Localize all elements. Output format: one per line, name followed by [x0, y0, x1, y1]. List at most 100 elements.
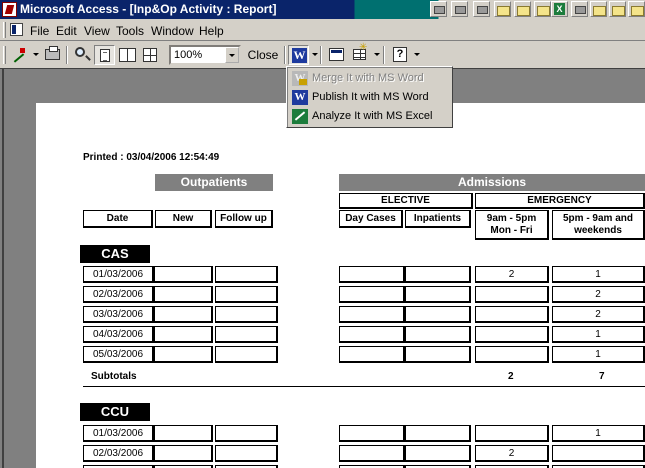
one-page-icon: [100, 49, 110, 62]
toolbar-separator: [66, 46, 68, 64]
report-window-icon[interactable]: [10, 23, 23, 36]
inpatients-column-header: Inpatients: [405, 210, 471, 228]
two-pages-button[interactable]: [117, 45, 138, 65]
calculator-icon[interactable]: [571, 1, 588, 17]
menu-tools[interactable]: Tools: [116, 24, 144, 38]
zoom-button[interactable]: [71, 45, 92, 65]
em-evening-column-header: 5pm - 9am and weekends: [552, 210, 645, 240]
day-cases-cell: [339, 266, 405, 283]
follow-up-cell: [215, 306, 278, 323]
new-cell: [154, 286, 213, 303]
toolbar-separator: [320, 46, 322, 64]
database-window-button[interactable]: [326, 45, 347, 65]
two-pages-icon: [119, 48, 136, 62]
elective-header: ELECTIVE: [339, 193, 473, 209]
toolbar-grip[interactable]: [3, 46, 6, 64]
menu-help[interactable]: Help: [199, 24, 224, 38]
word-icon: W: [292, 90, 308, 105]
day-cases-cell: [339, 346, 405, 363]
inpatients-cell: [405, 326, 471, 343]
folder-icon[interactable]: [628, 1, 645, 17]
excel-icon: [292, 109, 308, 124]
menu-file[interactable]: File: [30, 24, 49, 38]
date-cell: 05/03/2006: [83, 346, 154, 363]
new-object-dropdown-arrow[interactable]: [374, 53, 380, 56]
folder-icon[interactable]: [514, 1, 531, 17]
admissions-band: Admissions: [339, 174, 645, 191]
subtotals-label: Subtotals: [91, 371, 137, 382]
word-icon: W: [292, 48, 307, 63]
title-bar: Microsoft Access - [Inp&Op Activity : Re…: [0, 0, 645, 19]
menu-window[interactable]: Window: [151, 24, 194, 38]
menu-view[interactable]: View: [84, 24, 110, 38]
view-dropdown-arrow[interactable]: [33, 53, 39, 56]
section-label-cas: CAS: [80, 245, 150, 263]
day-cases-cell: [339, 286, 405, 303]
folder-icon[interactable]: [494, 1, 511, 17]
print-preview-area[interactable]: Printed : 03/04/2006 12:54:49 Outpatient…: [0, 68, 645, 468]
inpatients-cell: [405, 266, 471, 283]
office-links-menu: W Merge It with MS Word W Publish It wit…: [286, 66, 453, 128]
em-day-cell: [475, 326, 549, 343]
print-preview-toolbar: 100% Close W ?: [0, 42, 645, 68]
menu-item-label: Merge It with MS Word: [312, 72, 424, 84]
multiple-pages-icon: [143, 48, 157, 62]
follow-up-cell: [215, 326, 278, 343]
date-cell: 03/03/2006: [83, 306, 154, 323]
inpatients-cell: [405, 306, 471, 323]
zoom-value: 100%: [174, 49, 203, 61]
new-cell: [154, 425, 213, 442]
access-app-icon[interactable]: [2, 2, 17, 17]
day-cases-cell: [339, 425, 405, 442]
new-cell: [154, 346, 213, 363]
em-evening-cell: [552, 445, 645, 462]
em-evening-cell: 1: [552, 326, 645, 343]
follow-up-cell: [215, 346, 278, 363]
menu-item-publish-with-word[interactable]: W Publish It with MS Word: [289, 88, 451, 107]
folder-icon[interactable]: [534, 1, 551, 17]
new-cell: [154, 266, 213, 283]
database-window-icon: [329, 48, 344, 61]
day-cases-cell: [339, 445, 405, 462]
subtotal-rule: [83, 386, 645, 387]
menubar-grip[interactable]: [3, 22, 6, 38]
zoom-combobox[interactable]: 100%: [169, 45, 241, 65]
office-links-button[interactable]: W: [288, 45, 309, 65]
help-button[interactable]: ?: [390, 45, 411, 65]
office-links-dropdown-arrow[interactable]: [312, 53, 318, 56]
toolbar-separator: [284, 46, 286, 64]
new-object-button[interactable]: [350, 42, 371, 65]
section-label-ccu: CCU: [80, 403, 150, 421]
window-title: Microsoft Access - [Inp&Op Activity : Re…: [20, 2, 277, 16]
help-dropdown-arrow[interactable]: [414, 53, 420, 56]
folder-icon[interactable]: [590, 1, 607, 17]
em-day-cell: [475, 306, 549, 323]
folder-icon[interactable]: [609, 1, 626, 17]
date-cell: 01/03/2006: [83, 425, 154, 442]
em-day-cell: 2: [475, 266, 549, 283]
date-cell: 01/03/2006: [83, 266, 154, 283]
zoom-dropdown-arrow[interactable]: [225, 47, 239, 63]
one-page-button[interactable]: [94, 45, 115, 65]
excel-icon[interactable]: [551, 1, 568, 17]
taskbar-app-icon[interactable]: [473, 1, 490, 17]
menu-item-analyze-with-excel[interactable]: Analyze It with MS Excel: [289, 107, 451, 126]
taskbar-app-icon[interactable]: [451, 1, 468, 17]
inpatients-cell: [405, 445, 471, 462]
em-day-column-header: 9am - 5pm Mon - Fri: [475, 210, 549, 240]
report-page[interactable]: Printed : 03/04/2006 12:54:49 Outpatient…: [36, 103, 645, 468]
help-icon: ?: [393, 47, 407, 62]
taskbar-app-icon[interactable]: [430, 1, 447, 17]
subtotal-em-evening: 7: [599, 371, 605, 382]
day-cases-cell: [339, 306, 405, 323]
view-button[interactable]: [9, 45, 30, 65]
inpatients-cell: [405, 286, 471, 303]
close-button[interactable]: Close: [245, 45, 281, 65]
follow-up-column-header: Follow up: [215, 210, 273, 228]
new-column-header: New: [155, 210, 212, 228]
multiple-pages-button[interactable]: [140, 45, 161, 65]
menu-edit[interactable]: Edit: [56, 24, 77, 38]
print-button[interactable]: [42, 45, 63, 65]
word-merge-icon: W: [292, 71, 308, 86]
menu-item-merge-with-word[interactable]: W Merge It with MS Word: [289, 69, 451, 88]
